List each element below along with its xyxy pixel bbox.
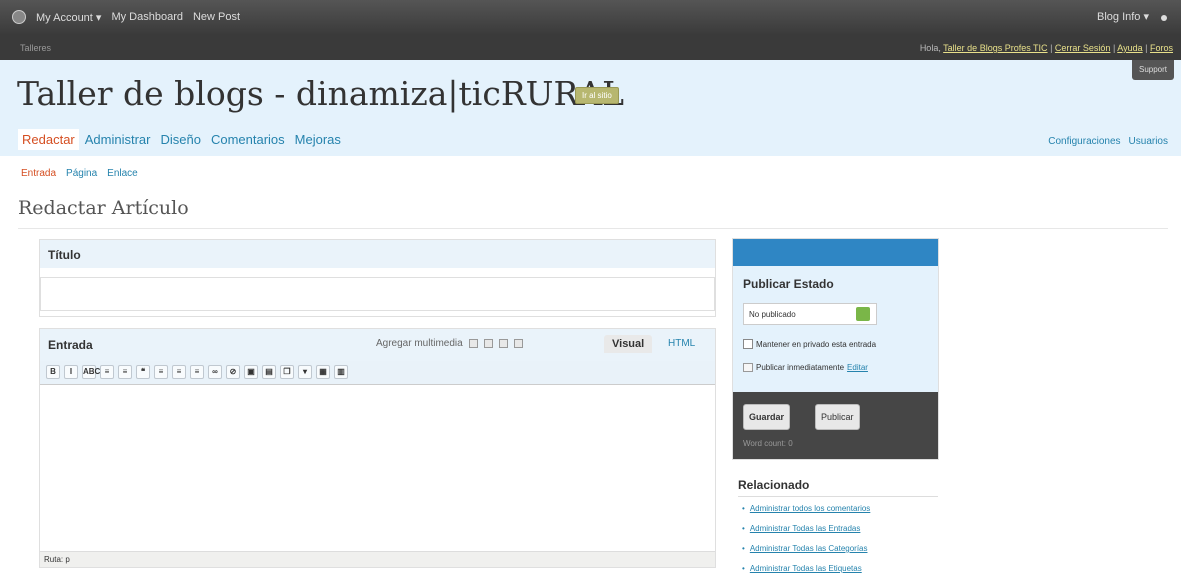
publish-box-header (733, 239, 938, 266)
editor-toolbar: B I ABC ≡ ≡ ❝ ≡ ≡ ≡ ∞ ⊘ ▣ ▤ ❐ ▾ ▦ ▥ (40, 361, 715, 385)
blog-title: Taller de blogs - dinamiza|ticRURAL (17, 74, 625, 113)
title-input[interactable] (40, 277, 715, 311)
publish-button[interactable]: Publicar (815, 404, 860, 430)
divider (18, 228, 1168, 229)
subnav-enlace[interactable]: Enlace (107, 168, 138, 179)
tab-configuraciones[interactable]: Configuraciones (1048, 136, 1120, 147)
bold-button[interactable]: B (46, 365, 60, 379)
tab-html[interactable]: HTML (668, 338, 695, 349)
align-center-button[interactable]: ≡ (172, 365, 186, 379)
notification-icon[interactable] (1161, 14, 1167, 21)
secondary-nav: Configuraciones Usuarios (1048, 136, 1168, 147)
blockquote-button[interactable]: ❝ (136, 365, 150, 379)
sub-nav: Entrada Página Enlace (21, 168, 138, 179)
align-right-button[interactable]: ≡ (190, 365, 204, 379)
user-bar: Talleres Hola, Taller de Blogs Profes TI… (0, 34, 1181, 60)
kitchen-sink-button[interactable]: ▥ (334, 365, 348, 379)
greeting: Hola, (919, 43, 944, 53)
editor-path: Ruta: p (40, 551, 715, 567)
subnav-pagina[interactable]: Página (66, 168, 97, 179)
related-link-categories[interactable]: Administrar Todas las Categorías (742, 544, 870, 564)
calendar-icon (743, 363, 753, 372)
site-name[interactable]: Talleres (20, 43, 51, 53)
add-media-icon[interactable] (513, 339, 523, 348)
unlink-button[interactable]: ⊘ (226, 365, 240, 379)
tab-administrar[interactable]: Administrar (85, 132, 151, 147)
blog-info-menu[interactable]: Blog Info ▾ (1097, 10, 1149, 23)
main-nav: Redactar Administrar Diseño Comentarios … (18, 129, 341, 150)
related-list: Administrar todos los comentarios Admini… (742, 504, 871, 584)
add-image-icon[interactable] (468, 339, 478, 348)
private-option: Mantener en privado esta entrada (743, 339, 876, 349)
private-label: Mantener en privado esta entrada (756, 339, 877, 349)
related-link-tags[interactable]: Administrar Todas las Etiquetas (742, 564, 870, 584)
status-select[interactable]: No publicado (743, 303, 877, 325)
subnav-entrada[interactable]: Entrada (21, 168, 56, 179)
new-post-link[interactable]: New Post (193, 11, 240, 23)
subnav-band (0, 156, 1181, 188)
tab-visual[interactable]: Visual (604, 335, 653, 353)
page-title: Redactar Artículo (18, 197, 189, 219)
my-account-menu[interactable]: My Account ▾ (36, 11, 101, 24)
edit-timestamp-link[interactable]: Editar (847, 363, 868, 372)
publish-now-label: Publicar inmediatamente (756, 363, 845, 372)
publish-actions: Guardar Publicar Word count: 0 (733, 392, 938, 459)
add-media-label: Agregar multimedia (376, 338, 463, 349)
admin-bar: My Account ▾ My Dashboard New Post Blog … (0, 0, 1181, 34)
publish-time-option: Publicar inmediatamente Editar (743, 363, 868, 372)
tab-redactar[interactable]: Redactar (18, 129, 79, 150)
publish-box: Publicar Estado No publicado Mantener en… (732, 238, 939, 460)
spellcheck-dropdown-button[interactable]: ▾ (298, 365, 312, 379)
page-break-button[interactable]: ▤ (262, 365, 276, 379)
numbered-list-button[interactable]: ≡ (118, 365, 132, 379)
editor-header: Entrada Agregar multimedia Visual HTML (40, 329, 715, 361)
editor-body[interactable] (40, 386, 715, 552)
save-button[interactable]: Guardar (743, 404, 791, 430)
related-divider (738, 496, 938, 497)
publish-status-title: Publicar Estado (743, 277, 834, 291)
title-label: Título (40, 240, 715, 268)
wordpress-logo-icon[interactable] (12, 10, 26, 24)
editor-box: Entrada Agregar multimedia Visual HTML B… (39, 328, 716, 568)
italic-button[interactable]: I (64, 365, 78, 379)
align-left-button[interactable]: ≡ (154, 365, 168, 379)
insert-more-button[interactable]: ▣ (244, 365, 258, 379)
view-site-button[interactable]: Ir al sitio (575, 87, 619, 104)
link-button[interactable]: ∞ (208, 365, 222, 379)
editor-label: Entrada (48, 338, 93, 352)
add-media-bar: Agregar multimedia (376, 338, 523, 349)
add-video-icon[interactable] (483, 339, 493, 348)
user-profile-link[interactable]: Taller de Blogs Profes TIC (943, 43, 1047, 53)
tab-mejoras[interactable]: Mejoras (295, 132, 341, 147)
add-audio-icon[interactable] (498, 339, 508, 348)
help-link[interactable]: Ayuda (1117, 43, 1142, 53)
related-link-posts[interactable]: Administrar Todas las Entradas (742, 524, 870, 544)
support-button[interactable]: Support (1132, 60, 1174, 80)
my-dashboard-link[interactable]: My Dashboard (111, 11, 183, 23)
tab-comentarios[interactable]: Comentarios (211, 132, 285, 147)
title-box: Título (39, 239, 716, 317)
select-arrow-icon (856, 307, 870, 321)
forums-link[interactable]: Foros (1150, 43, 1173, 53)
private-checkbox[interactable] (743, 339, 753, 349)
bullet-list-button[interactable]: ≡ (100, 365, 114, 379)
spellcheck-button[interactable]: ❐ (280, 365, 294, 379)
related-title: Relacionado (738, 478, 810, 492)
word-count: Word count: 0 (743, 439, 793, 448)
status-value: No publicado (749, 310, 796, 319)
tab-diseno[interactable]: Diseño (161, 132, 201, 147)
strikethrough-button[interactable]: ABC (82, 365, 100, 379)
user-links: Hola, Taller de Blogs Profes TIC | Cerra… (919, 43, 1173, 53)
tab-usuarios[interactable]: Usuarios (1129, 136, 1168, 147)
logout-link[interactable]: Cerrar Sesión (1055, 43, 1111, 53)
fullscreen-button[interactable]: ▦ (316, 365, 330, 379)
related-link-comments[interactable]: Administrar todos los comentarios (742, 504, 871, 524)
